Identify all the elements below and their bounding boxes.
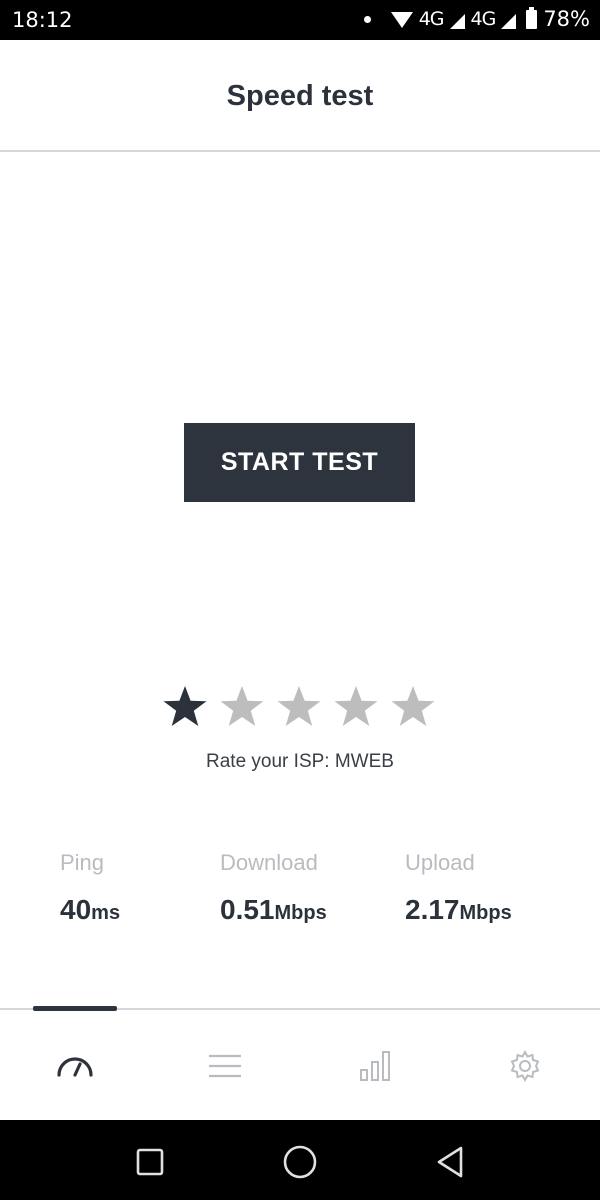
status-bar: 18:12 4G 4G 78% xyxy=(0,0,600,40)
status-icons: 4G 4G 78% xyxy=(363,6,590,31)
status-time: 18:12 xyxy=(12,8,73,32)
battery-icon xyxy=(526,6,538,29)
star-5-icon[interactable] xyxy=(390,684,436,730)
star-1-icon[interactable] xyxy=(162,684,208,730)
wifi-icon xyxy=(390,12,413,28)
battery-percent: 78% xyxy=(543,7,590,31)
recent-apps-icon xyxy=(136,1148,164,1176)
active-tab-indicator xyxy=(33,1006,117,1011)
signal-1-icon xyxy=(449,13,465,29)
nav-history[interactable] xyxy=(200,1046,250,1086)
ping-label: Ping xyxy=(60,850,105,875)
system-nav-bar xyxy=(0,1120,600,1200)
bar-chart-icon xyxy=(360,1051,390,1081)
star-4-icon[interactable] xyxy=(333,684,379,730)
ping-metric: Ping 40ms xyxy=(60,850,120,926)
back-icon xyxy=(437,1146,463,1178)
network-type-2: 4G xyxy=(470,8,497,30)
gear-icon xyxy=(510,1050,540,1082)
menu-icon xyxy=(209,1054,241,1078)
nav-speed-test[interactable] xyxy=(50,1046,100,1086)
signal-2-icon xyxy=(501,13,517,29)
home-button[interactable] xyxy=(280,1142,320,1182)
speedometer-icon xyxy=(57,1057,93,1077)
upload-label: Upload xyxy=(405,850,475,875)
upload-value-group: 2.17Mbps xyxy=(405,894,512,926)
app-header: Speed test xyxy=(0,40,600,152)
bottom-nav xyxy=(0,1006,600,1122)
isp-rating-stars xyxy=(162,684,436,730)
download-value-group: 0.51Mbps xyxy=(220,894,327,926)
upload-value: 2.17 xyxy=(405,894,460,925)
recent-apps-button[interactable] xyxy=(130,1142,170,1182)
ping-value: 40 xyxy=(60,894,92,925)
upload-unit: Mbps xyxy=(459,902,512,924)
download-label: Download xyxy=(220,850,318,875)
page-title: Speed test xyxy=(226,80,374,112)
download-unit: Mbps xyxy=(274,902,327,924)
back-button[interactable] xyxy=(430,1142,470,1182)
notification-dot-icon xyxy=(363,15,371,23)
ping-value-group: 40ms xyxy=(60,894,120,926)
download-value: 0.51 xyxy=(220,894,275,925)
rate-isp-label: Rate your ISP: MWEB xyxy=(206,751,394,772)
star-2-icon[interactable] xyxy=(219,684,265,730)
start-test-button[interactable]: START TEST xyxy=(184,423,415,502)
ping-unit: ms xyxy=(91,902,121,924)
upload-metric: Upload 2.17Mbps xyxy=(405,850,512,926)
download-metric: Download 0.51Mbps xyxy=(220,850,327,926)
network-type-1: 4G xyxy=(418,8,445,30)
nav-settings[interactable] xyxy=(500,1046,550,1086)
nav-statistics[interactable] xyxy=(350,1046,400,1086)
home-icon xyxy=(283,1145,317,1179)
star-3-icon[interactable] xyxy=(276,684,322,730)
